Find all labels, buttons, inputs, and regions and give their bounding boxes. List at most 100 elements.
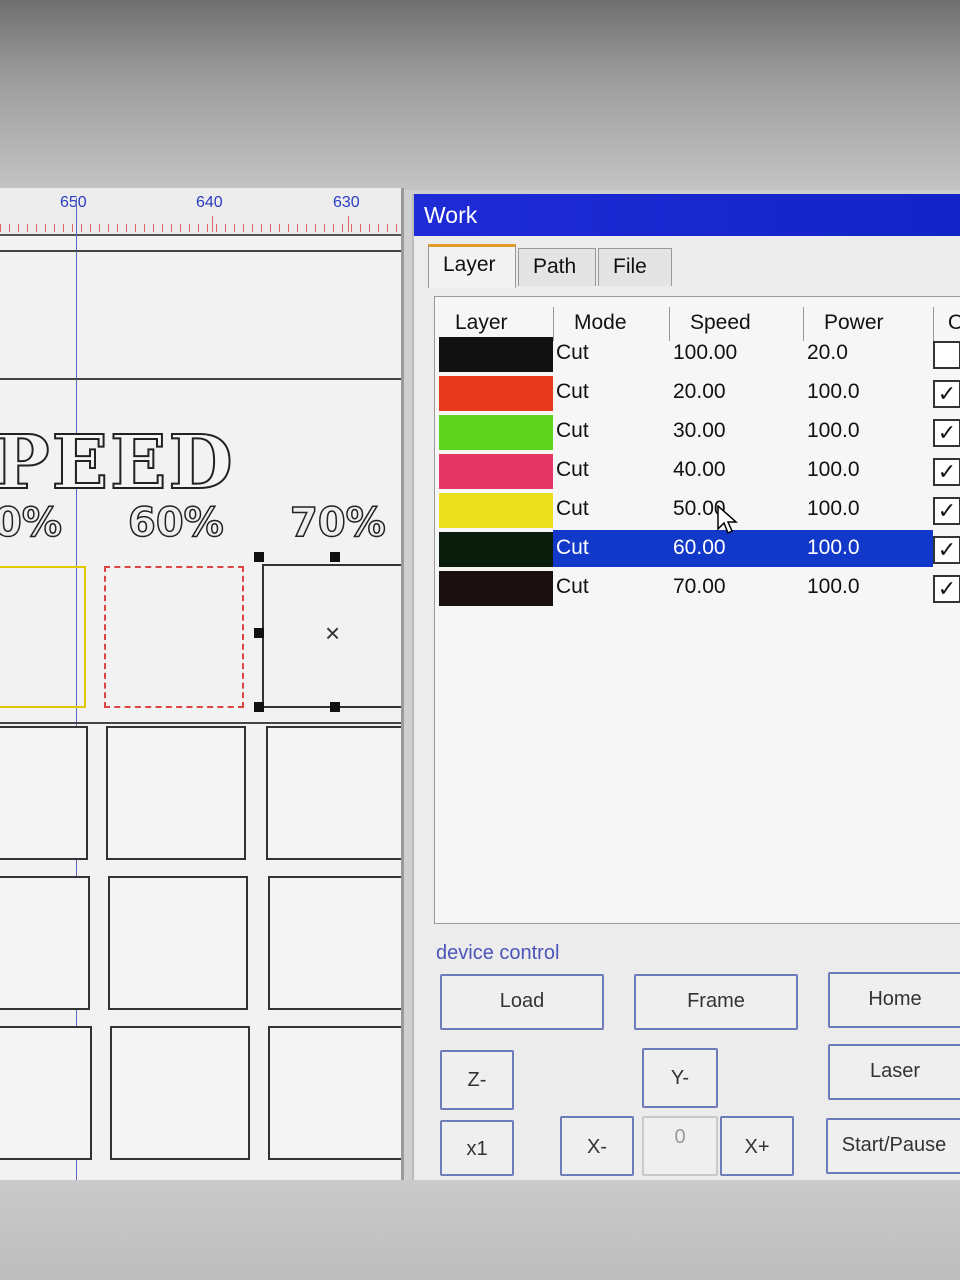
- layer-row[interactable]: Cut 20.00 100.0 ✓: [435, 374, 960, 413]
- layer-power-cell[interactable]: 100.0: [807, 575, 860, 599]
- layer-color-swatch[interactable]: [439, 454, 553, 489]
- selection-handle[interactable]: [330, 702, 340, 712]
- layer-speed-cell[interactable]: 40.00: [673, 458, 726, 482]
- selection-center-icon: ×: [325, 618, 341, 648]
- checkmark-icon: ✓: [937, 498, 957, 523]
- checkmark-icon: ✓: [937, 459, 957, 484]
- canvas-text-percent[interactable]: 60%: [127, 499, 224, 547]
- work-panel-title: Work: [424, 202, 478, 228]
- y-minus-button[interactable]: Y-: [642, 1048, 718, 1108]
- home-button[interactable]: Home: [828, 972, 960, 1028]
- layer-mode-cell[interactable]: Cut: [556, 419, 589, 443]
- layer-power-cell[interactable]: 100.0: [807, 497, 860, 521]
- layer-row[interactable]: Cut 30.00 100.0 ✓: [435, 413, 960, 452]
- layer-color-swatch[interactable]: [439, 337, 553, 372]
- layer-speed-cell[interactable]: 30.00: [673, 419, 726, 443]
- ruler-tick: [212, 216, 213, 232]
- canvas-grid-cell[interactable]: [0, 726, 88, 860]
- tab-path[interactable]: Path: [518, 248, 596, 286]
- output-checkbox[interactable]: ✓: [933, 497, 960, 525]
- layer-color-swatch[interactable]: [439, 415, 553, 450]
- layer-mode-cell[interactable]: Cut: [556, 536, 589, 560]
- horizontal-ruler: 650 640 630: [0, 188, 401, 236]
- output-checkbox[interactable]: [933, 341, 960, 369]
- x-minus-button[interactable]: X-: [560, 1116, 634, 1176]
- selection-handle[interactable]: [254, 628, 264, 638]
- design-canvas[interactable]: 650 640 630 PEED 0% 60% 70% ×: [0, 188, 404, 1182]
- layer-speed-cell[interactable]: 60.00: [673, 536, 726, 560]
- work-panel-titlebar[interactable]: Work: [414, 194, 960, 236]
- canvas-text-speed[interactable]: PEED: [0, 419, 235, 507]
- row-selection-highlight: [553, 530, 933, 567]
- canvas-text-percent[interactable]: 0%: [0, 499, 63, 547]
- step-x1-button[interactable]: x1: [440, 1120, 514, 1176]
- layer-mode-cell[interactable]: Cut: [556, 380, 589, 404]
- checkmark-icon: ✓: [937, 576, 957, 601]
- layer-mode-cell[interactable]: Cut: [556, 497, 589, 521]
- layer-color-swatch[interactable]: [439, 571, 553, 606]
- layer-power-cell[interactable]: 100.0: [807, 458, 860, 482]
- canvas-grid-cell[interactable]: [0, 1026, 92, 1160]
- tab-file[interactable]: File: [598, 248, 672, 286]
- start-pause-button[interactable]: Start/Pause: [826, 1118, 960, 1174]
- layer-power-cell[interactable]: 100.0: [807, 419, 860, 443]
- work-panel: Work Layer Path File Layer Mode Speed Po…: [412, 194, 960, 1180]
- layer-power-cell[interactable]: 100.0: [807, 536, 860, 560]
- checkmark-icon: ✓: [937, 420, 957, 445]
- layer-color-swatch[interactable]: [439, 493, 553, 528]
- laser-button[interactable]: Laser: [828, 1044, 960, 1100]
- layer-color-swatch[interactable]: [439, 532, 553, 567]
- checkmark-icon: ✓: [937, 537, 957, 562]
- layer-row[interactable]: Cut 100.00 20.0: [435, 335, 960, 374]
- canvas-shape-yellow-square[interactable]: [0, 566, 86, 708]
- layer-speed-cell[interactable]: 70.00: [673, 575, 726, 599]
- ruler-ticks: [0, 224, 401, 232]
- layer-row[interactable]: Cut 40.00 100.0 ✓: [435, 452, 960, 491]
- layer-list[interactable]: Layer Mode Speed Power O Cut100.0020.0Cu…: [434, 296, 960, 924]
- ruler-tick: [348, 216, 349, 232]
- layer-power-cell[interactable]: 100.0: [807, 380, 860, 404]
- output-checkbox[interactable]: ✓: [933, 380, 960, 408]
- layer-row[interactable]: Cut 60.00 100.0 ✓: [435, 530, 960, 569]
- layer-mode-cell[interactable]: Cut: [556, 458, 589, 482]
- mouse-cursor-icon: [717, 505, 738, 535]
- canvas-grid-cell[interactable]: [268, 876, 401, 1010]
- canvas-grid-cell[interactable]: [110, 1026, 250, 1160]
- canvas-grid-cell[interactable]: [106, 726, 246, 860]
- canvas-text-percent[interactable]: 70%: [289, 499, 386, 547]
- ruler-mark-630: 630: [333, 194, 360, 211]
- canvas-divider-line: [0, 378, 401, 380]
- frame-button[interactable]: Frame: [634, 974, 798, 1030]
- output-checkbox[interactable]: ✓: [933, 536, 960, 564]
- canvas-shape-red-square[interactable]: [104, 566, 244, 708]
- canvas-grid-cell[interactable]: [108, 876, 248, 1010]
- canvas-grid-cell[interactable]: [0, 876, 90, 1010]
- layer-speed-cell[interactable]: 100.00: [673, 341, 737, 365]
- canvas-grid-cell[interactable]: [266, 726, 401, 860]
- output-checkbox[interactable]: ✓: [933, 458, 960, 486]
- ruler-mark-640: 640: [196, 194, 223, 211]
- layer-speed-cell[interactable]: 20.00: [673, 380, 726, 404]
- tab-layer[interactable]: Layer: [428, 244, 516, 288]
- output-checkbox[interactable]: ✓: [933, 419, 960, 447]
- origin-zero-button[interactable]: 0: [642, 1116, 718, 1176]
- selection-handle[interactable]: [330, 552, 340, 562]
- selection-handle[interactable]: [254, 552, 264, 562]
- z-minus-button[interactable]: Z-: [440, 1050, 514, 1110]
- selection-handle[interactable]: [254, 702, 264, 712]
- canvas-grid-cell[interactable]: [268, 1026, 401, 1160]
- x-plus-button[interactable]: X+: [720, 1116, 794, 1176]
- layer-color-swatch[interactable]: [439, 376, 553, 411]
- canvas-divider-line: [0, 250, 401, 252]
- layer-mode-cell[interactable]: Cut: [556, 575, 589, 599]
- monitor-bezel-bottom: [0, 1180, 960, 1280]
- layer-row[interactable]: Cut 70.00 100.0 ✓: [435, 569, 960, 608]
- canvas-divider-line: [0, 722, 401, 724]
- device-control-label: device control: [436, 942, 560, 964]
- layer-power-cell[interactable]: 20.0: [807, 341, 848, 365]
- output-checkbox[interactable]: ✓: [933, 575, 960, 603]
- layer-row[interactable]: Cut 50.00 100.0 ✓: [435, 491, 960, 530]
- layer-mode-cell[interactable]: Cut: [556, 341, 589, 365]
- monitor-bezel-top: [0, 0, 960, 190]
- load-button[interactable]: Load: [440, 974, 604, 1030]
